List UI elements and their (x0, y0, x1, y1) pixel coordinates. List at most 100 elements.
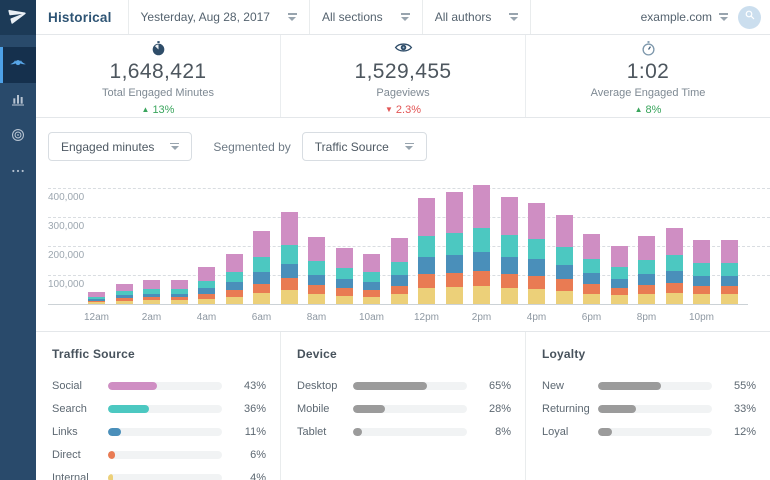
search-segment (335, 268, 353, 280)
segmented-by-label: Segmented by (213, 139, 291, 154)
legend-value: 6% (250, 448, 266, 461)
segment-dropdown[interactable]: Traffic Source (301, 132, 427, 161)
bar-4am[interactable] (198, 267, 215, 304)
logo-button[interactable] (0, 0, 36, 35)
bar-10pm[interactable] (693, 239, 710, 304)
bar-7pm[interactable] (610, 246, 628, 304)
bar-7am[interactable] (280, 212, 298, 304)
legend-label: Social (52, 379, 82, 392)
search-segment (693, 262, 710, 276)
links-segment (335, 279, 353, 289)
bar-2am[interactable] (143, 280, 160, 304)
internal-segment (693, 294, 710, 304)
percent-bar-fill (598, 427, 612, 436)
bar-8pm[interactable] (638, 235, 655, 304)
legend-label: New (542, 379, 565, 392)
search-segment (528, 239, 545, 260)
bar-1am[interactable] (115, 284, 133, 304)
bar-5am[interactable] (225, 253, 243, 304)
y-axis-label: 100,000 (48, 279, 85, 290)
sections-dropdown[interactable]: All sections (308, 0, 422, 34)
bar-12am[interactable] (88, 292, 105, 304)
x-axis-label: 8pm (636, 312, 657, 323)
social-segment (225, 253, 243, 272)
internal-segment (88, 302, 105, 304)
links-segment (665, 270, 683, 283)
bar-8am[interactable] (308, 237, 325, 304)
bar-11am[interactable] (390, 237, 408, 304)
links-segment (528, 259, 545, 276)
chart-card: Engaged minutes Segmented by Traffic Sou… (36, 118, 770, 332)
legend-label: Loyal (542, 425, 569, 438)
legend-label: Links (52, 425, 78, 438)
search-segment (390, 261, 408, 275)
metric-dropdown[interactable]: Engaged minutes (48, 132, 193, 161)
bar-4pm[interactable] (528, 202, 545, 304)
legend-row-social: Social 43% (52, 374, 266, 397)
chart-plot: 100,000 200,000 300,000 400,000 12am 2am 4am 6a… (36, 164, 770, 332)
internal-segment (280, 290, 298, 304)
search-segment (555, 247, 573, 266)
breakdown-title: Device (297, 347, 337, 361)
links-segment (583, 273, 600, 285)
search-segment (198, 280, 215, 288)
stat-delta: ▲ 8% (634, 103, 662, 116)
direct-segment (610, 287, 628, 296)
bar-3pm[interactable] (500, 196, 518, 304)
x-axis-label: 10pm (688, 312, 715, 323)
bar-3am[interactable] (170, 280, 188, 304)
search-segment (500, 235, 518, 257)
links-segment (638, 274, 655, 285)
social-segment (528, 202, 545, 240)
internal-segment (335, 295, 353, 304)
bar-9am[interactable] (335, 247, 353, 304)
x-axis-label: 6pm (581, 312, 602, 323)
legend-value: 65% (488, 379, 511, 392)
internal-segment (418, 288, 435, 304)
chevron-down-icon (170, 142, 180, 151)
sidebar-item-more[interactable] (0, 155, 36, 191)
direct-segment (280, 278, 298, 291)
sidebar-item-reports[interactable] (0, 83, 36, 119)
internal-segment (115, 301, 133, 304)
direct-segment (335, 288, 353, 296)
bar-2pm[interactable] (473, 184, 490, 304)
legend-value: 36% (243, 402, 266, 415)
percent-bar-fill (353, 404, 385, 413)
social-segment (638, 235, 655, 261)
percent-bar-track (353, 381, 467, 390)
bar-10am[interactable] (363, 253, 380, 304)
internal-segment (225, 296, 243, 304)
social-segment (418, 197, 435, 237)
chevron-down-icon (400, 13, 410, 21)
internal-segment (253, 293, 270, 304)
breakdown-loyalty: Loyalty New 55% Returning 33% Loyal 12% (525, 332, 770, 480)
y-axis-label: 400,000 (48, 192, 85, 203)
bar-1pm[interactable] (445, 192, 463, 304)
search-segment (638, 260, 655, 275)
bar-9pm[interactable] (665, 227, 683, 304)
stat-value: 1:02 (626, 59, 670, 83)
links-segment (473, 251, 490, 271)
search-button[interactable] (738, 5, 761, 29)
authors-dropdown[interactable]: All authors (421, 0, 532, 34)
bar-11pm[interactable] (720, 239, 738, 304)
sidebar-item-goals[interactable] (0, 119, 36, 155)
percent-bar-fill (108, 427, 121, 436)
date-range-dropdown[interactable]: Yesterday, Aug 28, 2017 (127, 0, 309, 34)
breakdown-device: Device Desktop 65% Mobile 28% Tablet 8% (280, 332, 525, 480)
sidebar-item-overview[interactable] (0, 47, 36, 83)
bar-6am[interactable] (253, 230, 270, 304)
legend-row-direct: Direct 6% (52, 443, 266, 466)
legend-value: 28% (488, 402, 511, 415)
direct-segment (445, 272, 463, 288)
search-icon (744, 8, 756, 26)
bar-12pm[interactable] (418, 197, 435, 304)
target-icon (10, 127, 26, 148)
bar-5pm[interactable] (555, 215, 573, 304)
links-segment (610, 278, 628, 288)
bar-6pm[interactable] (583, 233, 600, 304)
site-dropdown[interactable]: example.com (641, 10, 728, 24)
legend-label: Mobile (297, 402, 330, 415)
links-segment (308, 274, 325, 286)
